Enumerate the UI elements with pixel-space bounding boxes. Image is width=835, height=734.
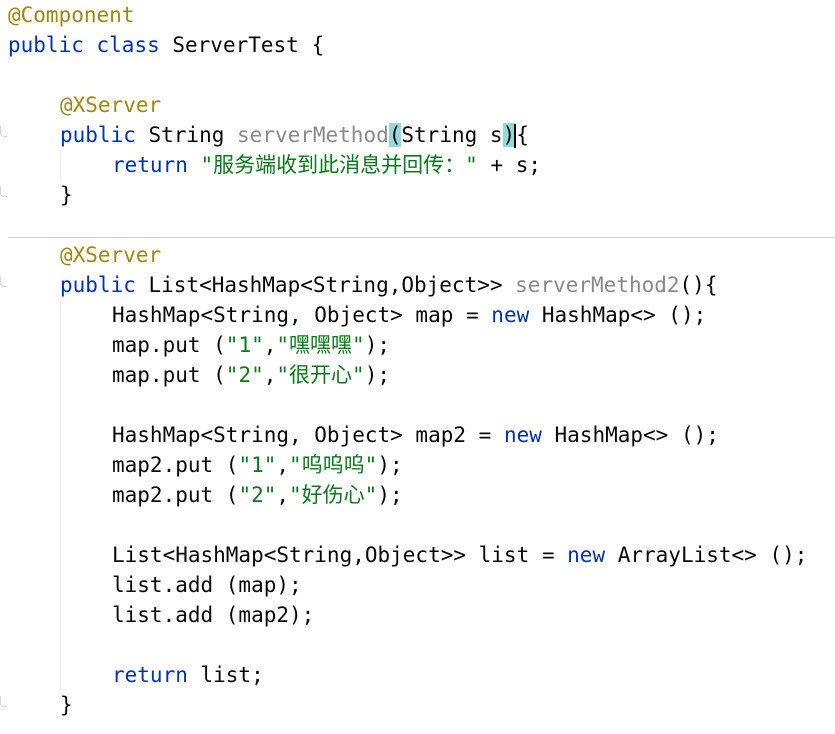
code-token: String xyxy=(135,123,238,147)
code-line[interactable]: map2.put ("2","好伤心"); xyxy=(8,480,403,510)
code-token: "好伤心" xyxy=(289,483,378,507)
code-token: , xyxy=(263,333,277,357)
code-line[interactable]: public List<HashMap<String,Object>> serv… xyxy=(8,270,717,300)
code-token: "1" xyxy=(238,453,277,477)
code-token: map2.put ( xyxy=(112,483,239,507)
code-line[interactable]: public String serverMethod(String s){ xyxy=(8,120,529,150)
code-line[interactable]: @XServer xyxy=(8,90,161,120)
code-token: (){ xyxy=(679,273,718,297)
code-token: , xyxy=(276,453,290,477)
code-line[interactable]: list.add (map2); xyxy=(8,600,314,630)
code-token: } xyxy=(60,693,73,717)
code-token: HashMap<String, Object> map2 = xyxy=(112,423,504,447)
code-token: ); xyxy=(364,363,390,387)
code-line[interactable]: return list; xyxy=(8,660,264,690)
code-token: @XServer xyxy=(60,243,162,267)
code-token: @XServer xyxy=(60,93,162,117)
code-token: "很开心" xyxy=(276,363,365,387)
code-token: map.put ( xyxy=(112,363,226,387)
code-token: class xyxy=(96,33,160,57)
code-token: , xyxy=(263,363,277,387)
code-token: return xyxy=(112,153,188,177)
code-token: return xyxy=(112,663,188,687)
code-token: @Component xyxy=(8,3,135,27)
code-token: new xyxy=(503,423,542,447)
code-line[interactable]: @XServer xyxy=(8,240,161,270)
code-line[interactable]: } xyxy=(8,180,73,210)
code-token: map.put ( xyxy=(112,333,226,357)
fold-marker-icon[interactable] xyxy=(0,276,7,287)
code-token: ( xyxy=(388,123,402,147)
code-line[interactable]: map.put ("2","很开心"); xyxy=(8,360,390,390)
code-token: ); xyxy=(364,333,390,357)
fold-marker-icon[interactable] xyxy=(0,696,7,707)
fold-marker-icon[interactable] xyxy=(0,126,7,137)
code-line[interactable]: map.put ("1","嘿嘿嘿"); xyxy=(8,330,390,360)
code-editor[interactable]: @Component public class ServerTest { @XSer… xyxy=(0,0,835,734)
code-token: { xyxy=(516,123,529,147)
code-token: "2" xyxy=(238,483,277,507)
code-line[interactable]: HashMap<String, Object> map = new HashMa… xyxy=(8,300,706,330)
code-token: "2" xyxy=(225,363,264,387)
code-line[interactable]: list.add (map); xyxy=(8,570,302,600)
code-token: } xyxy=(60,183,73,207)
code-token: new xyxy=(567,543,606,567)
code-token: ); xyxy=(377,483,403,507)
fold-marker-icon[interactable] xyxy=(0,186,7,197)
code-token: list.add (map2); xyxy=(112,603,315,627)
code-token: "服务端收到此消息并回传：" xyxy=(200,153,478,177)
code-token: serverMethod2 xyxy=(515,273,680,297)
code-token: list.add (map); xyxy=(112,573,302,597)
code-token: String s xyxy=(401,123,503,147)
code-line[interactable]: return "服务端收到此消息并回传：" + s; xyxy=(8,150,541,180)
code-token: ArrayList<> (); xyxy=(605,543,808,567)
code-token: map2.put ( xyxy=(112,453,239,477)
code-token: public xyxy=(60,273,136,297)
code-token: List<HashMap<String,Object>> xyxy=(135,273,516,297)
code-token: ServerTest { xyxy=(159,33,325,57)
code-token: HashMap<> (); xyxy=(541,423,719,447)
code-token: public xyxy=(60,123,136,147)
code-line[interactable]: map2.put ("1","呜呜呜"); xyxy=(8,450,403,480)
code-token: "嘿嘿嘿" xyxy=(276,333,365,357)
code-token: "1" xyxy=(225,333,264,357)
code-token: HashMap<String, Object> map = xyxy=(112,303,492,327)
code-token: public xyxy=(8,33,84,57)
code-token: "呜呜呜" xyxy=(289,453,378,477)
code-line[interactable]: @Component xyxy=(8,0,134,30)
code-token: , xyxy=(276,483,290,507)
code-line[interactable]: public class ServerTest { xyxy=(8,30,324,60)
method-separator xyxy=(8,237,835,238)
code-token: ); xyxy=(377,453,403,477)
code-line[interactable]: } xyxy=(8,690,73,720)
code-token: List<HashMap<String,Object>> list = xyxy=(112,543,568,567)
code-line[interactable]: List<HashMap<String,Object>> list = new … xyxy=(8,540,807,570)
code-token: new xyxy=(491,303,530,327)
code-token: HashMap<> (); xyxy=(529,303,707,327)
code-token: + s; xyxy=(477,153,542,177)
code-token: serverMethod xyxy=(237,123,389,147)
code-token: list; xyxy=(187,663,264,687)
code-line[interactable]: HashMap<String, Object> map2 = new HashM… xyxy=(8,420,719,450)
